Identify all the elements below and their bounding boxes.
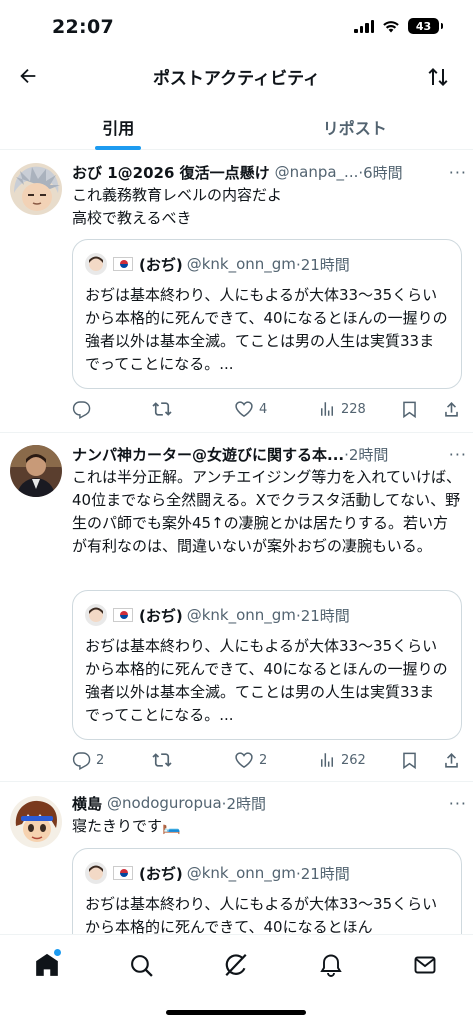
sort-button[interactable] [421,60,455,94]
quoted-avatar [85,253,107,275]
nav-notifications[interactable] [311,945,351,985]
quoted-post-text: おぢは基本終わり、人にもよるが大体33〜35くらいから本格的に死んできて、40に… [85,637,448,724]
share-button[interactable] [442,751,461,770]
author-name[interactable]: 横島 [72,793,102,814]
korea-flag-icon [113,608,133,622]
quoted-post-text: おぢは基本終わり、人にもよるが大体33〜35くらいから本格的に死んできて、40に… [85,286,448,373]
bar-chart-icon [321,402,333,416]
views-button[interactable]: 228 [318,400,366,418]
quoted-post-header: (おぢ) @knk_onn_gm ·21時間 [85,252,449,276]
nav-grok[interactable] [216,945,256,985]
notification-dot [54,949,61,956]
repost-icon [152,753,172,767]
quoted-author-name: (おぢ) [139,864,183,883]
quoted-author-name: (おぢ) [139,606,183,625]
more-options-button[interactable]: ··· [449,794,467,813]
avatar[interactable] [10,163,62,215]
battery-indicator: 43 [408,18,443,34]
tab-reposts-label: リポスト [322,119,387,138]
share-icon [445,401,458,417]
quoted-post[interactable]: (おぢ) @knk_onn_gm ·21時間 おぢは基本終わり、人にもよるが大体… [72,239,462,389]
wifi-icon [383,21,399,33]
quote-feed: おび 1@2026 復活一点懸け @nanpa_... ·6時間 これ義務教育レ… [0,151,473,1024]
share-icon [445,752,458,768]
post-text: 寝たきりです🛏️ [72,817,181,835]
post-time[interactable]: ·6時間 [358,162,402,183]
avatar[interactable] [10,445,62,497]
home-indicator [166,1010,306,1015]
author-handle[interactable]: @nodoguropua [107,794,222,812]
status-time: 22:07 [52,16,114,38]
post-actions: 2 2 262 [72,748,464,772]
search-icon [130,954,153,977]
quoted-author-handle: @knk_onn_gm [186,864,296,882]
bar-chart-icon [321,753,333,767]
page-title: ポストアクティビティ [152,69,321,89]
tab-bar: 引用 リポスト [0,100,473,150]
quoted-avatar [85,862,107,884]
sort-arrows-icon [428,68,448,86]
post-header: おび 1@2026 復活一点懸け @nanpa_... ·6時間 [72,161,463,183]
post[interactable]: ナンパ神カーター@女遊びに関する本... ·2時間 これは半分正解。アンチエイジ… [0,433,473,782]
reply-button[interactable] [72,400,96,419]
status-icons: 43 [354,18,443,34]
quoted-post-header: (おぢ) @knk_onn_gm ·21時間 [85,603,449,627]
bookmark-button[interactable] [400,751,419,770]
messages-icon [414,956,436,974]
grok-icon [225,953,247,977]
repost-button[interactable] [152,750,177,770]
tab-quotes[interactable]: 引用 [0,100,237,150]
bookmark-button[interactable] [400,400,419,419]
top-app-bar: ポストアクティビティ [0,54,473,100]
tab-quotes-label: 引用 [102,119,135,138]
reply-icon [72,400,91,419]
more-options-button[interactable]: ··· [449,445,467,464]
like-button[interactable]: 4 [234,399,267,419]
reply-icon [72,751,91,770]
post-actions: 4 228 [72,397,464,421]
tab-reposts[interactable]: リポスト [237,100,473,149]
nav-home[interactable] [27,945,67,985]
post-header: 横島 @nodoguropua ·2時間 [72,792,463,814]
repost-button[interactable] [152,399,177,419]
quoted-post-text: おぢは基本終わり、人にもよるが大体33〜35くらいから本格的に死んできて、40に… [85,895,438,936]
nav-search[interactable] [121,945,161,985]
author-name[interactable]: ナンパ神カーター@女遊びに関する本... [72,444,344,465]
korea-flag-icon [113,866,133,880]
post-text: これは半分正解。アンチエイジング等力を入れていけば、40位までなら全然闘える。X… [72,468,461,555]
more-options-button[interactable]: ··· [449,163,467,182]
quoted-post-time: ·21時間 [295,255,350,274]
author-handle[interactable]: @nanpa_... [275,163,359,181]
bookmark-icon [403,752,416,769]
cellular-signal-icon [354,19,374,33]
heart-icon [235,752,253,768]
share-button[interactable] [442,400,461,419]
post-header: ナンパ神カーター@女遊びに関する本... ·2時間 [72,443,463,465]
quoted-post-time: ·21時間 [295,606,350,625]
active-tab-indicator [95,146,142,150]
like-button[interactable]: 2 [234,750,267,770]
quoted-author-handle: @knk_onn_gm [186,606,296,624]
quoted-post-time: ·21時間 [295,864,350,883]
quoted-author-handle: @knk_onn_gm [186,255,296,273]
avatar[interactable] [10,796,62,848]
repost-icon [152,402,172,416]
post-time[interactable]: ·2時間 [222,793,266,814]
post-time[interactable]: ·2時間 [344,444,388,465]
nav-messages[interactable] [405,945,445,985]
reply-button[interactable]: 2 [72,751,104,770]
bookmark-icon [403,401,416,418]
post-text: これ義務教育レベルの内容だよ 高校で教えるべき [72,186,283,227]
quoted-post-header: (おぢ) @knk_onn_gm ·21時間 [85,861,449,885]
quoted-avatar [85,604,107,626]
quoted-author-name: (おぢ) [139,255,183,274]
notifications-icon [320,954,342,977]
heart-icon [235,401,253,417]
korea-flag-icon [113,257,133,271]
author-name[interactable]: おび 1@2026 復活一点懸け [72,162,270,183]
views-button[interactable]: 262 [318,751,366,769]
post[interactable]: おび 1@2026 復活一点懸け @nanpa_... ·6時間 これ義務教育レ… [0,151,473,433]
status-bar: 22:07 43 [0,0,473,54]
quoted-post[interactable]: (おぢ) @knk_onn_gm ·21時間 おぢは基本終わり、人にもよるが大体… [72,590,462,740]
